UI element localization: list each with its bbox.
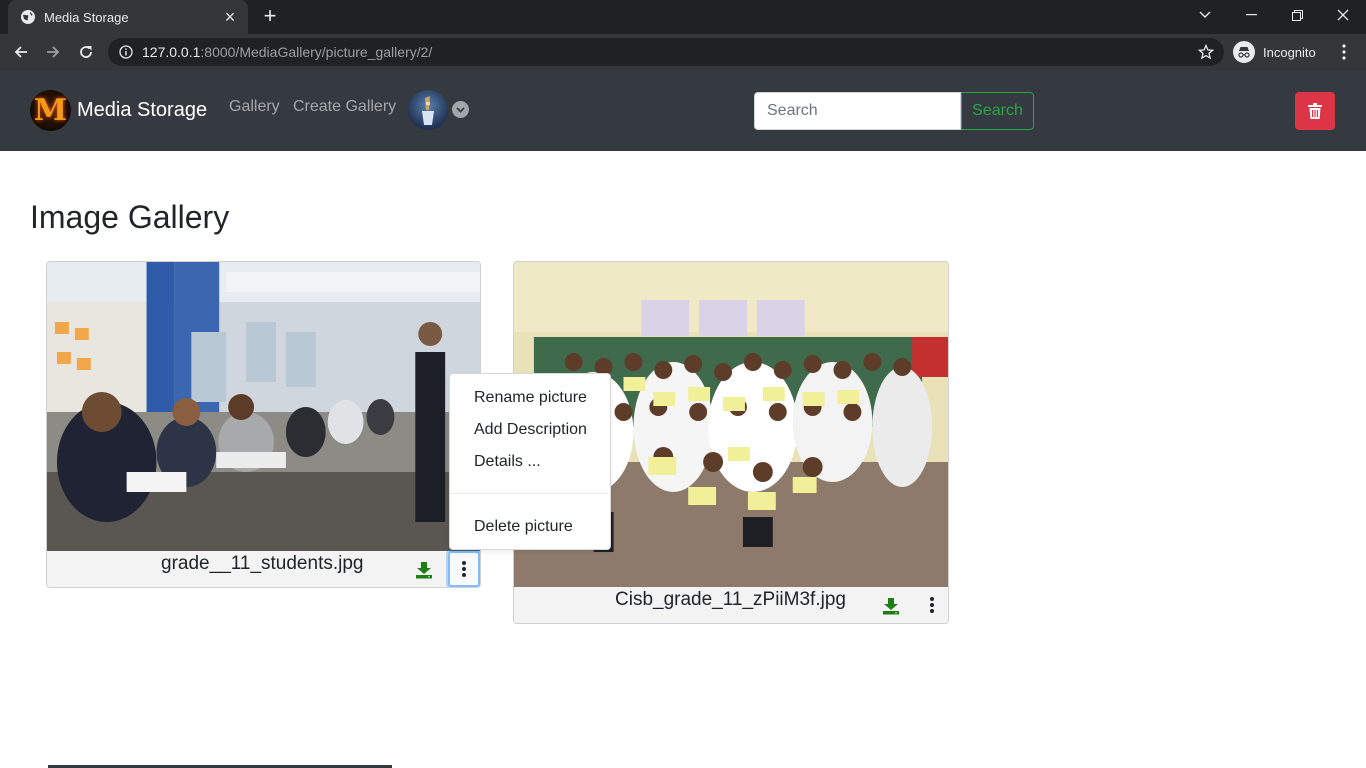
tab-title: Media Storage (44, 9, 129, 25)
more-options-button[interactable] (448, 551, 480, 587)
avatar-figure-icon (422, 96, 434, 125)
url-path: :8000/MediaGallery/picture_gallery/2/ (200, 44, 433, 60)
close-tab-icon[interactable]: × (222, 8, 238, 26)
card-filename: grade__11_students.jpg (161, 553, 364, 574)
rename-picture-item[interactable]: Rename picture (450, 383, 610, 413)
brand-link[interactable]: M Media Storage (30, 89, 207, 131)
reload-button[interactable] (73, 39, 99, 65)
more-options-button[interactable] (916, 587, 948, 623)
browser-tab[interactable]: Media Storage × (8, 0, 248, 34)
gallery-card: grade__11_students.jpg (46, 261, 481, 588)
browser-tabstrip: Media Storage × + (0, 0, 1366, 34)
minimize-button[interactable] (1228, 0, 1274, 30)
browser-menu-icon[interactable] (1336, 42, 1352, 62)
new-tab-button[interactable]: + (258, 5, 282, 28)
brand-name: Media Storage (77, 98, 208, 121)
menu-divider (450, 493, 610, 494)
restore-icon (1291, 9, 1303, 21)
incognito-icon (1233, 41, 1255, 63)
close-icon (1337, 9, 1349, 21)
brand-logo-letter: M (33, 92, 68, 128)
download-icon[interactable] (882, 597, 900, 615)
back-button[interactable] (8, 39, 34, 65)
close-window-button[interactable] (1320, 0, 1366, 30)
picture-context-menu: Rename picture Add Description Details .… (449, 373, 611, 550)
search-button[interactable]: Search (961, 92, 1034, 130)
page-title: Image Gallery (30, 199, 230, 235)
chevron-down-icon (1199, 11, 1211, 18)
add-description-item[interactable]: Add Description (450, 415, 610, 445)
chevron-down-icon (456, 106, 465, 113)
card-filename: Cisb_grade_11_zPiiM3f.jpg (615, 589, 846, 610)
forward-button[interactable] (40, 39, 66, 65)
globe-icon (21, 10, 35, 24)
tab-search-button[interactable] (1182, 0, 1228, 30)
kebab-menu-icon (930, 597, 934, 613)
url-host: 127.0.0.1 (142, 44, 201, 60)
nav-link-gallery[interactable]: Gallery (229, 98, 280, 116)
back-arrow-icon (14, 46, 27, 58)
address-bar[interactable]: 127.0.0.1:8000/MediaGallery/picture_gall… (108, 38, 1224, 66)
incognito-indicator[interactable]: Incognito (1233, 40, 1316, 64)
brand-logo: M (30, 89, 71, 131)
kebab-menu-icon (462, 561, 466, 577)
bookmark-star-icon[interactable] (1198, 44, 1214, 60)
download-icon[interactable] (415, 561, 433, 579)
reload-icon (80, 46, 92, 58)
user-avatar[interactable] (408, 90, 448, 130)
details-item[interactable]: Details ... (450, 447, 610, 477)
info-icon[interactable] (119, 45, 133, 59)
nav-link-create-gallery[interactable]: Create Gallery (293, 98, 396, 116)
delete-gallery-button[interactable] (1295, 92, 1335, 130)
user-menu-toggle[interactable] (452, 101, 469, 118)
trash-icon (1308, 103, 1322, 119)
search-input[interactable] (754, 92, 961, 130)
forward-arrow-icon (47, 46, 60, 58)
gallery-image[interactable] (47, 262, 480, 551)
incognito-label: Incognito (1263, 44, 1316, 60)
site-navbar: M Media Storage (0, 70, 1366, 151)
restore-button[interactable] (1274, 0, 1320, 30)
delete-picture-item[interactable]: Delete picture (450, 512, 610, 542)
minimize-icon (1245, 14, 1257, 16)
